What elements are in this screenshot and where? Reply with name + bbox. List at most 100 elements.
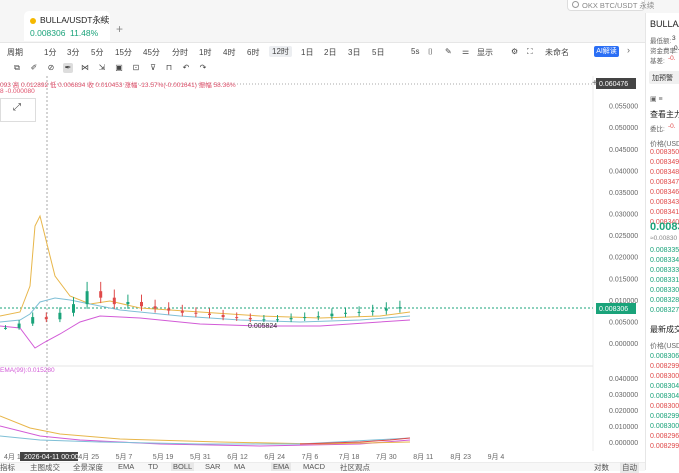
top-price-tag: 0.060476 [599,81,628,88]
candle [371,310,375,312]
depth-tab[interactable]: 全景深度 [73,462,103,473]
date-axis-tick: 5月 31 [190,453,211,461]
timeframe-6h[interactable]: 6时 [247,47,259,58]
brush-icon[interactable]: ✐ [29,63,39,73]
candle [58,312,62,320]
tab-change: 11.48% [70,28,99,38]
trade-price: 0.008299 [650,443,679,450]
ask-price: 0.008343 [650,199,679,206]
ask-price: 0.008350 [650,149,679,156]
timeframe-12h[interactable]: 12时 [269,46,292,57]
timeframe-1d[interactable]: 1日 [301,47,313,58]
price-chart[interactable]: 0.055000 0.050000 0.045000 0.040000 0.035000… [0,76,645,462]
ask-price: 0.008349 [650,159,679,166]
min-amount-value: 3 [672,35,676,42]
candle [262,319,266,321]
copy-icon[interactable]: ⧉ [12,63,22,73]
filter-icon[interactable]: ⊽ [148,63,158,73]
magnet-icon[interactable]: ⊘ [46,63,56,73]
close-icon[interactable]: ✕ [99,15,106,24]
timeframe-4h[interactable]: 4时 [223,47,235,58]
price-axis-tick: 0.025000 [609,233,638,240]
trade-price: 0.008300 [650,423,679,430]
candle [194,312,198,314]
tab-bulla-usdt[interactable]: BULLA/USDT永续 0.008306 11.48% ✕ [24,11,110,41]
timeframe-1m[interactable]: 1分 [44,47,56,58]
min-amount-label: 最低额: [650,38,672,45]
community-tab[interactable]: 社区观点 [340,462,370,473]
camera-icon[interactable]: ⌷ [428,47,433,57]
panel-title: BULLA/ [650,19,679,29]
candle [384,308,388,311]
timeframe-3d[interactable]: 3日 [348,47,360,58]
note-icon[interactable]: ▣ [114,63,124,73]
candle [276,319,279,321]
price-axis-tick: 0.055000 [609,104,638,111]
candle [221,314,225,318]
timeframe-15m[interactable]: 15分 [115,47,132,58]
timeframe-1h[interactable]: 1时 [199,47,211,58]
redo-icon[interactable]: ↷ [198,63,208,73]
chevron-right-icon[interactable]: › [627,45,630,55]
crosshair-date: 2026-04-11 00:00 [24,454,79,461]
settings-icon[interactable]: ⚙ [511,47,518,56]
ema-label: EMA(99):0.015280 [0,367,55,374]
timeframe-5m[interactable]: 5分 [91,47,103,58]
main-force-link[interactable]: 查看主力 [650,109,679,120]
mid-sub: ≈0.00830 [650,235,678,242]
trash-icon[interactable]: ⊓ [164,63,174,73]
trade-price: 0.008304 [650,393,679,400]
timeframe-line[interactable]: 分时 [172,47,188,58]
date-axis-tick: 5月 19 [153,453,174,461]
speed-5s[interactable]: 5s [411,47,419,56]
drawing-toolbar: ⧉ ✐ ⊘ ✒ ⋈ ⇲ ▣ ⊡ ⊽ ⊓ ↶ ↷ [0,61,230,75]
add-line-icon[interactable]: + [592,78,598,89]
main-volume-tab[interactable]: 主图成交 [30,462,60,473]
panel-icons[interactable]: ▣ ≡ [650,95,663,103]
candle [357,311,361,313]
date-axis-tick: 4月 25 [78,453,99,461]
pen-icon[interactable]: ✒ [63,63,73,73]
timeframe-bar: 周期 1分 3分 5分 15分 45分 分时 1时 4时 6时 12时 1日 2… [0,43,644,61]
timeframe-45m[interactable]: 45分 [143,47,160,58]
sub-axis-tick: 0.020000 [609,408,638,415]
add-tab-icon[interactable]: + [116,22,123,36]
price-axis-tick: 0.020000 [609,255,638,262]
search-input[interactable]: OKX BTC/USDT 永续 [567,0,654,11]
indicator-tab[interactable]: 指标 [0,462,15,473]
pattern-icon[interactable]: ⋈ [80,63,90,73]
price-axis-tick: 0.040000 [609,168,638,175]
auto-toggle[interactable]: 自动 [620,462,639,473]
date-axis-tick: 9月 4 [488,453,505,461]
trade-price: 0.008299 [650,363,679,370]
pencil-icon[interactable]: ✎ [445,47,452,56]
low-marker: 0.005824 [248,323,277,330]
measure-icon[interactable]: ⇲ [97,63,107,73]
timeframe-3m[interactable]: 3分 [67,47,79,58]
sliders-icon[interactable]: ⚌ [462,47,469,56]
tab-price: 0.008306 [30,28,66,38]
bid-price: 0.008331 [650,277,679,284]
timeframe-2d[interactable]: 2日 [324,47,336,58]
sub-axis-tick: 0.010000 [609,424,638,431]
bid-price: 0.008333 [650,267,679,274]
layout-unnamed[interactable]: 未命名 [545,47,569,58]
display-button[interactable]: 显示 [477,47,493,58]
candle [344,312,347,314]
trade-price: 0.008300 [650,403,679,410]
date-axis-tick: 7月 30 [376,453,397,461]
price-axis-tick: 0.000000 [609,341,638,348]
trade-price: 0.008306 [650,353,679,360]
timeframe-period[interactable]: 周期 [7,47,23,58]
timeframe-5d[interactable]: 5日 [372,47,384,58]
line-tool-icon[interactable]: ⤢ [13,102,21,113]
undo-icon[interactable]: ↶ [181,63,191,73]
lock-icon[interactable]: ⊡ [131,63,141,73]
candle [85,291,89,305]
ask-price: 0.008347 [650,179,679,186]
ai-interpret-button[interactable]: AI解读 [594,46,619,57]
add-alert-button[interactable]: 加预警 [649,71,679,84]
trades-head[interactable]: 最新成交 [650,324,679,335]
fullscreen-icon[interactable]: ⛶ [527,47,533,57]
log-toggle[interactable]: 对数 [594,462,609,473]
